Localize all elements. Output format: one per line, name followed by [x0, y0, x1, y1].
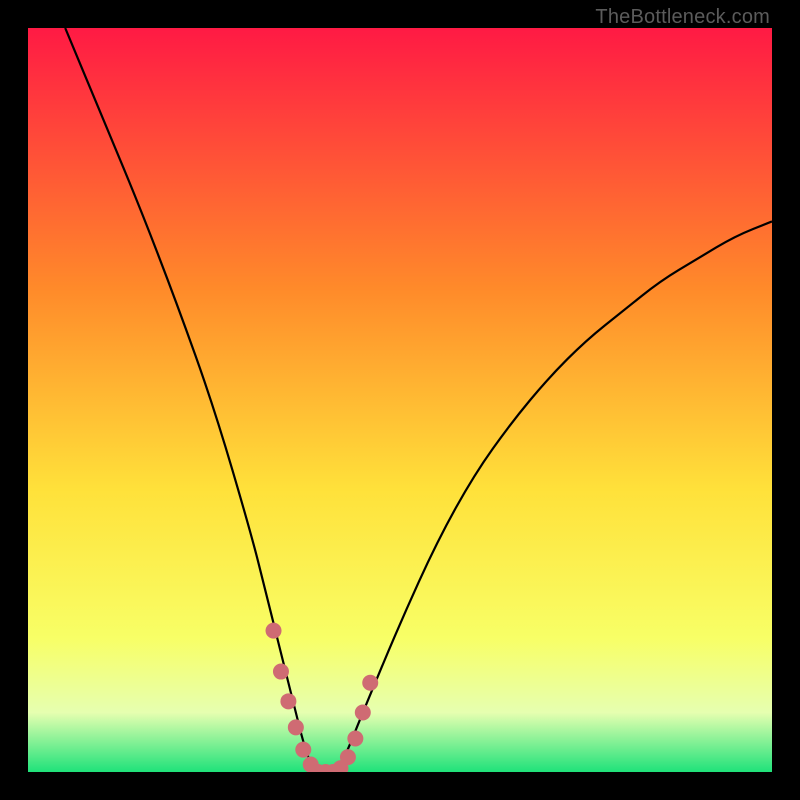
- dot-marker: [340, 749, 356, 765]
- dot-marker: [355, 704, 371, 720]
- dot-marker: [362, 675, 378, 691]
- dot-marker: [347, 731, 363, 747]
- dot-marker: [288, 719, 304, 735]
- watermark-text: TheBottleneck.com: [595, 6, 770, 29]
- curve-dot-markers: [266, 623, 379, 772]
- bottleneck-curve: [65, 28, 772, 772]
- dot-marker: [266, 623, 282, 639]
- dot-marker: [280, 693, 296, 709]
- plot-area: [28, 28, 772, 772]
- curve-layer: [28, 28, 772, 772]
- dot-marker: [273, 664, 289, 680]
- dot-marker: [295, 742, 311, 758]
- chart-stage: TheBottleneck.com: [0, 0, 800, 800]
